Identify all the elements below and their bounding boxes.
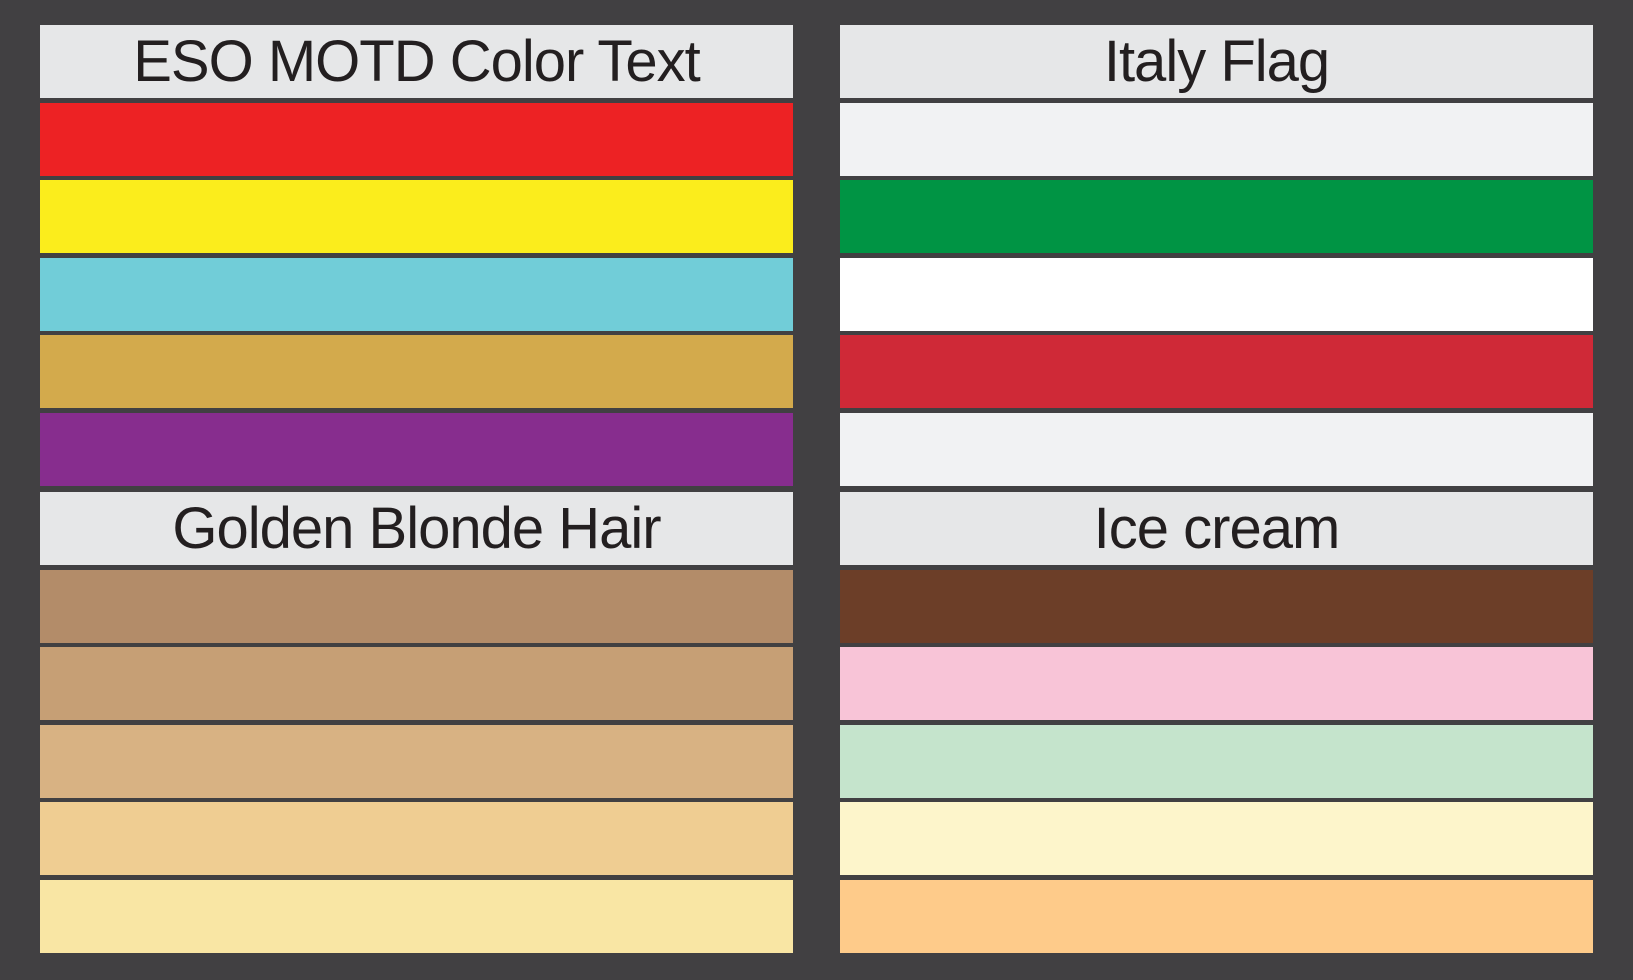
palette-title: Italy Flag: [840, 25, 1593, 98]
color-swatch: [40, 647, 793, 721]
color-swatch: [840, 412, 1593, 486]
color-swatch: [40, 180, 793, 254]
color-swatch: [40, 257, 793, 331]
color-swatch: [840, 102, 1593, 176]
color-swatch: [840, 647, 1593, 721]
color-swatch: [40, 879, 793, 953]
palette-italy-flag: Italy Flag: [840, 25, 1593, 486]
color-swatch: [840, 335, 1593, 409]
color-swatch: [40, 802, 793, 876]
palette-title: Golden Blonde Hair: [40, 492, 793, 565]
color-swatch: [840, 802, 1593, 876]
palette-eso-motd: ESO MOTD Color Text: [40, 25, 793, 486]
color-swatch: [40, 102, 793, 176]
color-swatch: [40, 335, 793, 409]
palette-ice-cream: Ice cream: [840, 492, 1593, 953]
palette-title: ESO MOTD Color Text: [40, 25, 793, 98]
palette-title: Ice cream: [840, 492, 1593, 565]
color-swatch: [840, 569, 1593, 643]
color-swatch: [40, 724, 793, 798]
color-swatch: [40, 569, 793, 643]
color-swatch: [40, 412, 793, 486]
color-swatch: [840, 879, 1593, 953]
color-swatch: [840, 724, 1593, 798]
palette-golden-blonde-hair: Golden Blonde Hair: [40, 492, 793, 953]
color-swatch: [840, 180, 1593, 254]
color-swatch: [840, 257, 1593, 331]
